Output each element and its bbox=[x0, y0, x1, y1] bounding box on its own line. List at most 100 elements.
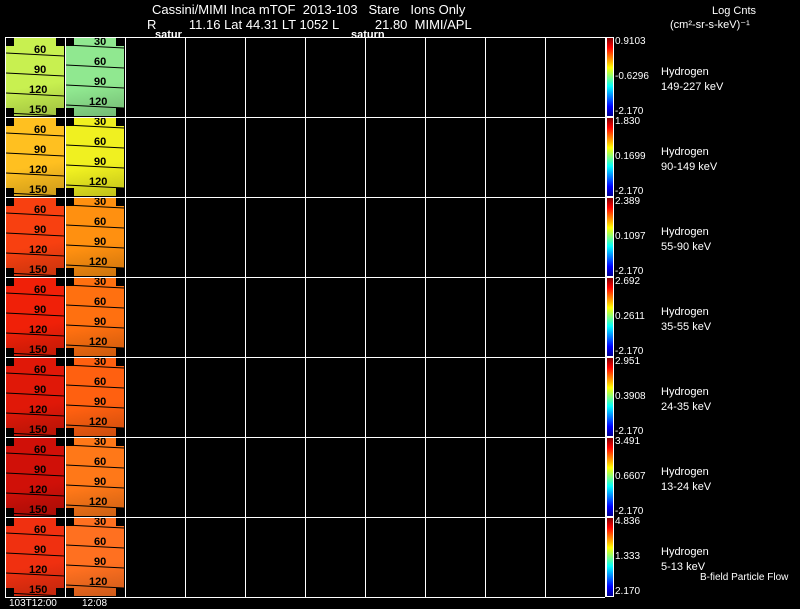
grid-vline bbox=[245, 37, 246, 597]
energy-range: 55-90 keV bbox=[661, 241, 712, 253]
inca-image-right: 30 60 90 120 bbox=[66, 38, 124, 116]
latitude-label: 150 bbox=[29, 584, 48, 596]
latitude-label: 120 bbox=[89, 576, 108, 588]
inca-image-left: 60 90 120 150 bbox=[6, 118, 64, 196]
energy-range: 35-55 keV bbox=[661, 321, 712, 333]
inca-image-left: 60 90 120 150 bbox=[6, 198, 64, 276]
image-label-right: saturn bbox=[351, 29, 385, 41]
image-corner-mask bbox=[66, 428, 74, 436]
latitude-label: 60 bbox=[94, 216, 107, 228]
colorbar bbox=[606, 357, 614, 437]
colorbar-mid: -0.6296 bbox=[615, 71, 649, 82]
grid-vline bbox=[425, 37, 426, 597]
image-corner-mask bbox=[116, 438, 124, 446]
latitude-label: 60 bbox=[94, 376, 107, 388]
inca-image-right: 30 60 90 120 bbox=[66, 198, 124, 276]
latitude-label: 90 bbox=[34, 144, 47, 156]
latitude-label: 90 bbox=[34, 304, 47, 316]
image-corner-mask bbox=[6, 358, 14, 366]
latitude-label: 30 bbox=[94, 358, 107, 368]
latitude-label: 120 bbox=[29, 244, 48, 256]
inca-image-left: 60 90 120 150 bbox=[6, 278, 64, 356]
colorbar bbox=[606, 197, 614, 277]
species-label: Hydrogen bbox=[661, 386, 709, 398]
latitude-label: 30 bbox=[94, 118, 107, 128]
latitude-label: 120 bbox=[29, 324, 48, 336]
latitude-label: 30 bbox=[94, 278, 107, 288]
latitude-label: 120 bbox=[89, 96, 108, 108]
image-corner-mask bbox=[116, 268, 124, 276]
latitude-label: 90 bbox=[94, 156, 107, 168]
latitude-label: 150 bbox=[29, 424, 48, 436]
inca-plot-window: Cassini/MIMI Inca mTOF 2013-103 Stare Io… bbox=[0, 0, 800, 609]
inca-image-left: 60 90 120 150 bbox=[6, 38, 64, 116]
colorbar-max: 4.836 bbox=[615, 516, 641, 527]
inca-image-right: 30 60 90 120 bbox=[66, 118, 124, 196]
image-corner-mask bbox=[116, 518, 124, 526]
latitude-label: 60 bbox=[94, 136, 107, 148]
image-corner-mask bbox=[116, 38, 124, 46]
grid-vline bbox=[305, 37, 306, 597]
colorbar-max: 2.389 bbox=[615, 196, 641, 207]
latitude-label: 90 bbox=[94, 316, 107, 328]
image-corner-mask bbox=[66, 188, 74, 196]
image-corner-mask bbox=[116, 188, 124, 196]
colorbar bbox=[606, 437, 614, 517]
time-next: 12:08 bbox=[82, 598, 108, 609]
energy-range: 5-13 keV bbox=[661, 561, 706, 573]
image-corner-mask bbox=[56, 118, 64, 126]
units-line1: Log Cnts bbox=[712, 5, 757, 17]
bfield-legend: B-field Particle Flow bbox=[700, 572, 789, 583]
orbit-info: R 11.16 Lat 44.31 LT 1052 L 21.80 MIMI/A… bbox=[147, 17, 472, 32]
image-corner-mask bbox=[66, 508, 74, 516]
latitude-label: 60 bbox=[34, 204, 47, 216]
latitude-label: 90 bbox=[94, 76, 107, 88]
inca-image-right: 30 60 90 120 bbox=[66, 358, 124, 436]
grid-vline bbox=[545, 37, 546, 597]
colorbar-mid: 0.2611 bbox=[615, 311, 645, 322]
image-corner-mask bbox=[116, 118, 124, 126]
image-corner-mask bbox=[116, 278, 124, 286]
latitude-label: 30 bbox=[94, 38, 107, 48]
latitude-label: 120 bbox=[89, 416, 108, 428]
image-corner-mask bbox=[116, 108, 124, 116]
latitude-label: 90 bbox=[34, 384, 47, 396]
latitude-label: 120 bbox=[29, 484, 48, 496]
latitude-label: 90 bbox=[94, 396, 107, 408]
latitude-label: 120 bbox=[29, 164, 48, 176]
units-line2: (cm²-sr-s-keV)⁻¹ bbox=[670, 19, 750, 31]
species-label: Hydrogen bbox=[661, 146, 709, 158]
image-corner-mask bbox=[116, 428, 124, 436]
latitude-label: 150 bbox=[29, 184, 48, 196]
colorbar-max: 2.692 bbox=[615, 276, 641, 287]
image-corner-mask bbox=[66, 588, 74, 596]
image-corner-mask bbox=[56, 518, 64, 526]
latitude-label: 60 bbox=[94, 456, 107, 468]
colorbar-mid: 0.6607 bbox=[615, 471, 646, 482]
species-label: Hydrogen bbox=[661, 66, 709, 78]
colorbar-mid: 0.1699 bbox=[615, 151, 646, 162]
latitude-label: 30 bbox=[94, 198, 107, 208]
image-corner-mask bbox=[6, 278, 14, 286]
latitude-label: 60 bbox=[94, 536, 107, 548]
colorbar-max: 2.951 bbox=[615, 356, 641, 367]
colorbar-min: 2.170 bbox=[615, 586, 641, 597]
latitude-label: 120 bbox=[29, 564, 48, 576]
colorbar bbox=[606, 37, 614, 117]
species-label: Hydrogen bbox=[661, 466, 709, 478]
colorbar bbox=[606, 517, 614, 597]
image-corner-mask bbox=[66, 268, 74, 276]
latitude-label: 150 bbox=[29, 264, 48, 276]
image-corner-mask bbox=[116, 198, 124, 206]
image-corner-mask bbox=[116, 588, 124, 596]
inca-image-right: 30 60 90 120 bbox=[66, 278, 124, 356]
latitude-label: 120 bbox=[29, 84, 48, 96]
latitude-label: 120 bbox=[89, 336, 108, 348]
image-corner-mask bbox=[6, 38, 14, 46]
colorbar-max: 1.830 bbox=[615, 116, 641, 127]
colorbar-max: 3.491 bbox=[615, 436, 641, 447]
image-corner-mask bbox=[66, 108, 74, 116]
colorbar-mid: 1.333 bbox=[615, 551, 641, 562]
image-corner-mask bbox=[56, 38, 64, 46]
latitude-label: 90 bbox=[94, 476, 107, 488]
